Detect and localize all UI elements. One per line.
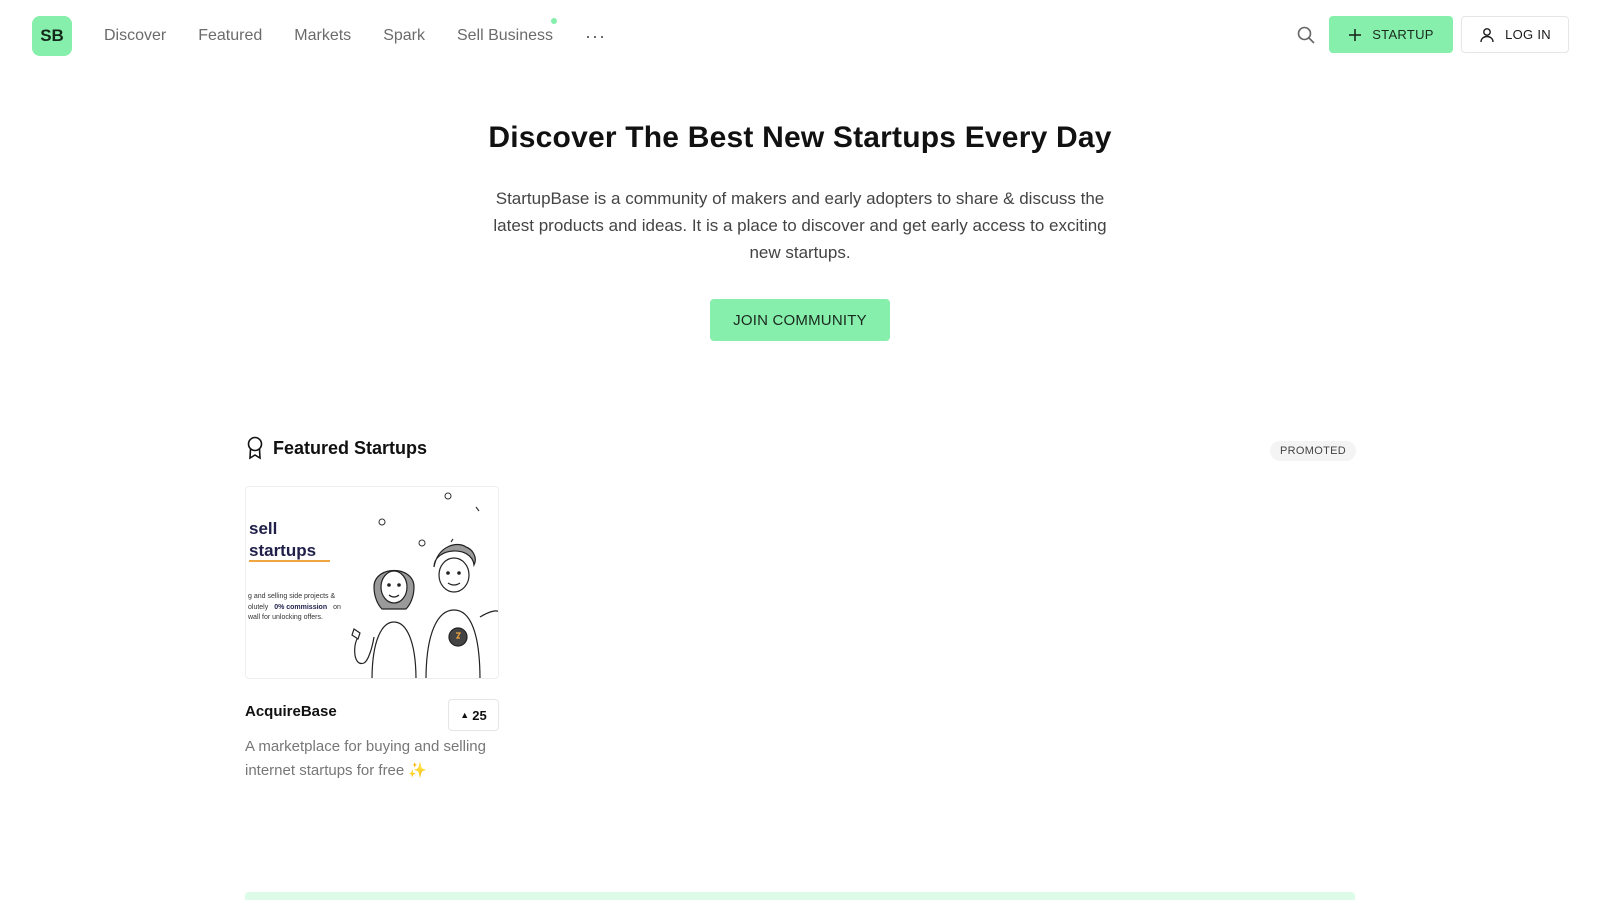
svg-text:sell: sell	[249, 519, 277, 538]
nav-item-spark[interactable]: Spark	[383, 24, 425, 48]
user-icon	[1480, 27, 1494, 42]
featured-section-header: Featured Startups	[245, 436, 427, 460]
nav-item-sell-business[interactable]: Sell Business	[457, 18, 558, 48]
featured-section-title: Featured Startups	[273, 437, 428, 458]
search-icon	[1297, 26, 1315, 44]
upvote-arrow-icon: ▲	[460, 710, 470, 720]
startupbase-logo[interactable]: SB	[32, 16, 72, 56]
bottom-banner	[245, 892, 1355, 900]
main-nav: Discover Featured Markets Spark Sell Bus…	[104, 18, 606, 48]
join-community-button[interactable]: JOIN COMMUNITY	[710, 299, 890, 341]
startup-name[interactable]: AcquireBase	[245, 703, 337, 720]
svg-text:olutely 0% commission: olutely 0% commission on	[248, 604, 341, 611]
nav-more-button[interactable]: ···	[585, 25, 606, 47]
nav-item-featured[interactable]: Featured	[198, 24, 262, 48]
acquirebase-illustration: sell startups g and selling side project…	[246, 487, 498, 678]
startup-description-text: A marketplace for buying and selling int…	[245, 738, 486, 779]
svg-text:startups: startups	[249, 541, 316, 560]
search-button[interactable]	[1295, 24, 1317, 46]
plus-icon	[1349, 28, 1362, 41]
sparkle-icon: ✨	[408, 762, 428, 779]
award-ribbon-icon	[247, 436, 263, 460]
startup-card-meta: AcquireBase ▲ 25	[245, 699, 499, 739]
svg-text:wall for unlocking offers.: wall for unlocking offers.	[247, 614, 323, 621]
startup-description: A marketplace for buying and selling int…	[245, 735, 499, 783]
add-startup-label: STARTUP	[1372, 27, 1434, 42]
login-button[interactable]: LOG IN	[1461, 16, 1569, 53]
top-navigation-bar: SB Discover Featured Markets Spark Sell …	[0, 0, 1600, 72]
add-startup-button[interactable]: STARTUP	[1329, 16, 1453, 53]
upvote-button[interactable]: ▲ 25	[448, 699, 499, 731]
vote-count: 25	[472, 707, 487, 723]
nav-item-discover[interactable]: Discover	[104, 24, 166, 48]
nav-item-markets[interactable]: Markets	[294, 24, 351, 48]
svg-text:g and selling side projects &: g and selling side projects &	[248, 593, 335, 600]
hero-description: StartupBase is a community of makers and…	[493, 189, 1107, 262]
promoted-badge: PROMOTED	[1270, 441, 1356, 461]
hero-title: Discover The Best New Startups Every Day	[488, 121, 1112, 154]
login-label: LOG IN	[1505, 27, 1551, 42]
startup-card-image[interactable]: sell startups g and selling side project…	[245, 486, 499, 679]
startup-card[interactable]: sell startups g and selling side project…	[245, 486, 499, 783]
